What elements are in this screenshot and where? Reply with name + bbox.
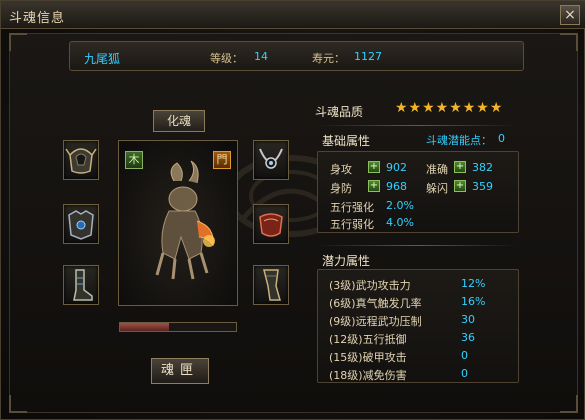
stat-label-accuracy: 准确 [426,163,448,176]
wuxing-strengthen-label: 五行强化 [330,201,374,214]
potential-row-label: (9级)远程武功压制 [329,315,422,328]
potential-row: (12级)五行抵御 36 [329,331,529,347]
add-dodge-button[interactable]: + [454,180,466,192]
helmet-icon [65,148,97,174]
potential-row-value: 16% [461,295,486,308]
boots-slot[interactable] [63,265,99,305]
potential-row-value: 12% [461,277,486,290]
frame-corner [9,33,27,51]
wuxing-weaken-value: 4.0% [386,216,414,229]
potential-row: (6级)真气触发几率 16% [329,295,529,311]
potential-row: (9级)远程武功压制 30 [329,313,529,329]
add-attack-button[interactable]: + [368,161,380,173]
huahun-button[interactable]: 化魂 [153,110,205,132]
soul-exp-fill [120,323,169,331]
wuxing-strengthen-value: 2.0% [386,199,414,212]
potential-row-label: (3级)武功攻击力 [329,279,411,292]
stat-value-defense: 968 [386,180,407,193]
close-button[interactable]: × [560,5,580,25]
divider [317,125,517,126]
frame-corner [9,395,27,413]
soul-info-window: 斗魂信息 × 九尾狐 等级： 14 寿元： 1127 化魂 木 門 魂匣 斗魂品… [0,0,585,420]
potential-row-label: (15级)破甲攻击 [329,351,407,364]
helmet-slot[interactable] [63,140,99,180]
bracer-icon [259,213,283,237]
potential-row-value: 30 [461,313,475,326]
potential-row-value: 36 [461,331,475,344]
add-accuracy-button[interactable]: + [454,161,466,173]
stat-value-attack: 902 [386,161,407,174]
lifespan-label: 寿元： [312,52,345,65]
potential-attributes-title: 潜力属性 [322,254,371,268]
boots-icon [73,269,93,301]
wuxing-weaken-label: 五行弱化 [330,218,374,231]
basic-attributes-panel: 身攻 + 902 准确 + 382 身防 + 968 躲闪 + 359 五行强化… [317,151,519,233]
potential-row-value: 0 [461,367,468,380]
add-defense-button[interactable]: + [368,180,380,192]
quality-row: 斗魂品质 ★★★★★★★★ [309,100,519,120]
leg-armor-icon [263,269,281,301]
potential-points-value: 0 [498,132,505,145]
potential-row-label: (18级)减免伤害 [329,369,407,382]
divider [317,245,517,246]
lifespan-value: 1127 [354,50,382,63]
info-bar: 九尾狐 等级： 14 寿元： 1127 [69,41,524,71]
soul-exp-bar [119,322,237,332]
potential-row-label: (6级)真气触发几率 [329,297,422,310]
potential-row: (15级)破甲攻击 0 [329,349,529,365]
leg-armor-slot[interactable] [253,265,289,305]
level-label: 等级： [210,52,243,65]
armor-icon [68,210,94,240]
beast-figure-icon [155,160,215,280]
stat-label-defense: 身防 [330,182,352,195]
soul-box-button[interactable]: 魂匣 [151,358,209,384]
necklace-icon [259,148,283,169]
bracer-slot[interactable] [253,204,289,244]
stat-label-dodge: 躲闪 [426,182,448,195]
stat-value-accuracy: 382 [472,161,493,174]
quality-label: 斗魂品质 [315,105,364,119]
window-title: 斗魂信息 [9,11,66,26]
title-bar[interactable]: 斗魂信息 × [1,1,585,29]
stat-value-dodge: 359 [472,180,493,193]
level-value: 14 [254,50,268,63]
armor-slot[interactable] [63,204,99,244]
soul-portrait: 木 門 [118,140,238,306]
basic-attributes-title: 基础属性 [322,134,371,148]
frame-corner [560,395,578,413]
stat-label-attack: 身攻 [330,163,352,176]
potential-row-value: 0 [461,349,468,362]
potential-row: (18级)减免伤害 0 [329,367,529,383]
necklace-slot[interactable] [253,140,289,180]
soul-name: 九尾狐 [84,52,121,66]
potential-points-label[interactable]: 斗魂潜能点： [426,132,492,148]
quality-stars: ★★★★★★★★ [395,100,504,116]
potential-row: (3级)武功攻击力 12% [329,277,529,293]
potential-row-label: (12级)五行抵御 [329,333,407,346]
frame-corner [560,33,578,51]
